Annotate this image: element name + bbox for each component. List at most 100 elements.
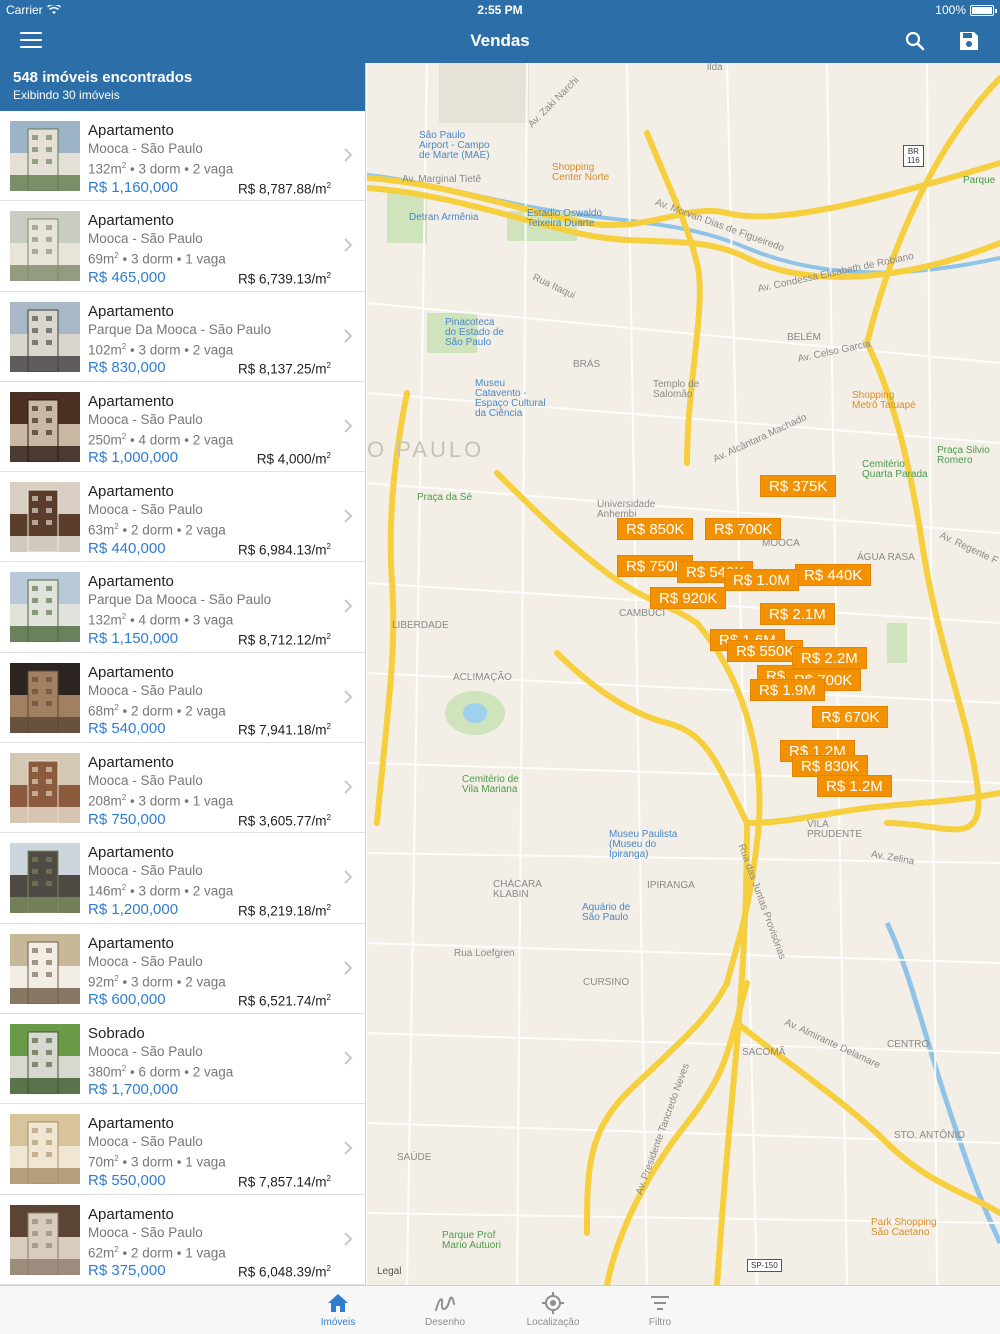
map-label-agua-rasa: ÁGUA RASA (857, 552, 915, 563)
property-specs: 380m2 • 6 dorm • 2 vaga (88, 1063, 234, 1080)
list-item[interactable]: Apartamento Mooca - São Paulo 208m2 • 3 do… (0, 743, 365, 834)
list-item[interactable]: Apartamento Mooca - São Paulo 146m2 • 3 do… (0, 833, 365, 924)
price-pin[interactable]: R$ 2.1M (760, 603, 835, 625)
map-label-park-shopping: Park Shopping São Caetano (871, 1217, 937, 1238)
tab-filtro[interactable]: Filtro (620, 1290, 700, 1328)
property-parking: 1 vaga (185, 1245, 226, 1261)
map-label-aclimacao: ACLIMAÇÃO (453, 672, 512, 683)
results-showing: Exibindo 30 imóveis (13, 88, 120, 102)
property-bedrooms: 3 dorm (138, 883, 181, 899)
search-icon[interactable] (904, 30, 926, 52)
price-pin[interactable]: R$ 670K (812, 706, 889, 728)
property-photo (10, 482, 80, 553)
map-legal-link[interactable]: Legal (377, 1266, 401, 1277)
property-area: 68m (88, 703, 115, 719)
floppy-disk-icon[interactable] (958, 30, 980, 52)
property-photo (10, 121, 80, 191)
tab-desenho[interactable]: Desenho (405, 1290, 485, 1328)
status-bar: Carrier 2:55 PM 100% (0, 0, 1000, 20)
chevron-right-icon (344, 870, 353, 885)
map-label-praca-se: Praça da Sé (417, 492, 473, 503)
results-list-panel: 548 imóveis encontrados Exibindo 30 imóv… (0, 63, 366, 1285)
property-specs: 92m2 • 3 dorm • 2 vaga (88, 973, 226, 990)
list-item[interactable]: Apartamento Mooca - São Paulo 63m2 • 2 dor… (0, 472, 365, 563)
property-parking: 2 vaga (185, 522, 226, 538)
property-specs: 250m2 • 4 dorm • 2 vaga (88, 431, 234, 448)
list-item[interactable]: Apartamento Mooca - São Paulo 132m2 • 3 do… (0, 111, 365, 202)
map-label-chacara: CHÁCARA KLABIN (493, 879, 542, 900)
property-bedrooms: 3 dorm (138, 793, 181, 809)
list-item[interactable]: Apartamento Mooca - São Paulo 92m2 • 3 dor… (0, 924, 365, 1014)
price-pin[interactable]: R$ 440K (795, 564, 872, 586)
chevron-right-icon (344, 328, 353, 343)
home-icon (328, 1294, 348, 1312)
property-parking: 2 vaga (192, 432, 234, 448)
map-label-shopping-tatuape: Shopping Metrô Tatuapé (852, 390, 916, 411)
price-pin[interactable]: R$ 1.0M (724, 569, 799, 591)
property-type: Apartamento (88, 212, 174, 230)
property-price-per-m2: R$ 7,941.18/m2 (237, 722, 331, 738)
property-location: Mooca - São Paulo (88, 773, 203, 789)
property-specs: 68m2 • 2 dorm • 2 vaga (88, 702, 226, 719)
map-view[interactable]: ilda Av. Zaki Narchi São Paulo Airport - C… (367, 63, 1000, 1285)
property-type: Apartamento (88, 1115, 174, 1133)
property-location: Mooca - São Paulo (88, 141, 203, 156)
tab-imoveis[interactable]: Imóveis (298, 1290, 378, 1328)
property-specs: 62m2 • 2 dorm • 1 vaga (88, 1244, 226, 1261)
property-parking: 2 vaga (185, 974, 226, 990)
list-item[interactable]: Apartamento Mooca - São Paulo 69m2 • 3 dor… (0, 201, 365, 292)
chevron-right-icon (344, 1141, 353, 1155)
map-label-cemiterio-vila: Cemitério de Vila Mariana (462, 774, 519, 795)
property-bedrooms: 3 dorm (130, 1154, 173, 1170)
property-parking: 2 vaga (192, 1064, 234, 1080)
list-item[interactable]: Apartamento Mooca - São Paulo 250m2 • 4 do… (0, 382, 365, 473)
property-area: 132m (88, 161, 122, 177)
draw-squiggle-icon (435, 1296, 455, 1311)
property-parking: 1 vaga (185, 251, 226, 267)
chevron-right-icon (344, 960, 353, 975)
property-type: Apartamento (88, 844, 174, 862)
list-item[interactable]: Sobrado Mooca - São Paulo 380m2 • 6 dorm •… (0, 1014, 365, 1105)
nav-bar: Vendas (0, 20, 1000, 63)
property-location: Mooca - São Paulo (88, 1043, 203, 1059)
property-specs: 132m2 • 3 dorm • 2 vaga (88, 161, 234, 177)
property-list: Apartamento Mooca - São Paulo 132m2 • 3 do… (0, 111, 365, 1285)
property-parking: 1 vaga (185, 1154, 226, 1170)
property-photo (10, 211, 80, 282)
chevron-right-icon (344, 1051, 353, 1065)
map-label-vila-guilherme-top: ilda (707, 63, 723, 73)
property-bedrooms: 4 dorm (138, 612, 181, 628)
list-item[interactable]: Apartamento Parque Da Mooca - São Paulo 13… (0, 562, 365, 653)
map-label-bras: BRÁS (573, 359, 601, 370)
map-label-anhembi: Universidade Anhembi (597, 499, 656, 520)
list-item[interactable]: Apartamento Mooca - São Paulo 70m2 • 3 dor… (0, 1104, 365, 1195)
property-parking: 2 vaga (185, 703, 226, 719)
property-bedrooms: 6 dorm (138, 1064, 181, 1080)
map-label-parque-autuori: Parque Prof Mario Autuori (442, 1230, 501, 1251)
price-pin[interactable]: R$ 2.2M (792, 647, 867, 669)
property-photo (10, 1023, 80, 1094)
property-price-per-m2: R$ 6,984.13/m2 (237, 541, 331, 558)
list-item[interactable]: Apartamento Parque Da Mooca - São Paulo 10… (0, 292, 365, 382)
road-shield-br116: BR 116 (903, 145, 924, 167)
price-pin[interactable]: R$ 375K (760, 475, 837, 497)
price-pin[interactable]: R$ 830K (792, 755, 869, 777)
price-pin[interactable]: R$ 850K (617, 518, 694, 540)
price-pin[interactable]: R$ 1.2M (817, 775, 892, 797)
chevron-right-icon (344, 690, 353, 704)
price-pin[interactable]: R$ 1.9M (750, 679, 825, 701)
price-pin[interactable]: R$ 700K (705, 518, 782, 540)
property-area: 250m (88, 432, 122, 448)
list-item[interactable]: Apartamento Mooca - São Paulo 62m2 • 2 dor… (0, 1195, 365, 1285)
price-pin[interactable]: R$ 920K (650, 587, 727, 609)
property-price: R$ 1,150,000 (88, 629, 179, 647)
list-item[interactable]: Apartamento Mooca - São Paulo 68m2 • 2 dor… (0, 653, 365, 744)
property-type: Apartamento (88, 392, 174, 410)
map-label-liberdade: LIBERDADE (392, 620, 449, 631)
map-label-centro: CENTRO (887, 1039, 930, 1050)
property-price: R$ 440,000 (88, 539, 166, 557)
property-price-per-m2: R$ 3,605.77/m2 (237, 812, 331, 829)
property-price-per-m2: R$ 7,857.14/m2 (237, 1173, 331, 1190)
battery-icon (970, 4, 997, 16)
tab-localizacao[interactable]: Localização (513, 1290, 593, 1328)
